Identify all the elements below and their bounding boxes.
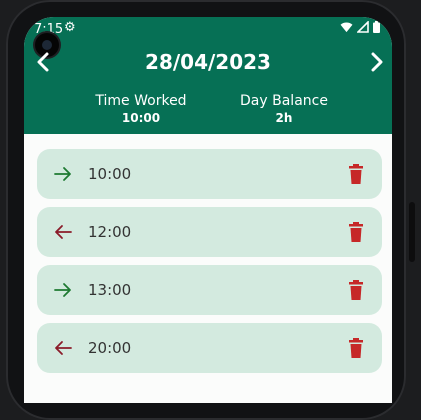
day-balance-summary: Day Balance 2h	[214, 92, 354, 126]
next-day-chevron-icon[interactable]	[364, 50, 388, 74]
clock-out-arrow-icon	[55, 341, 72, 355]
clock-in-arrow-icon	[54, 283, 71, 297]
battery-icon	[373, 21, 380, 33]
trash-icon[interactable]	[346, 279, 366, 301]
trash-icon[interactable]	[346, 221, 366, 243]
status-bar: 7:15 ⚙	[24, 17, 392, 41]
trash-icon[interactable]	[346, 163, 366, 185]
entry-time: 13:00	[88, 281, 132, 299]
time-worked-value: 10:00	[121, 111, 161, 125]
entry-time: 20:00	[88, 339, 132, 357]
time-entry[interactable]: 20:00	[37, 323, 382, 373]
app-header: 7:15 ⚙ 28/04/2023 Time Worked 10:00 Day …	[24, 17, 392, 134]
entry-time: 10:00	[88, 165, 132, 183]
time-entry[interactable]: 13:00	[37, 265, 382, 315]
current-date[interactable]: 28/04/2023	[24, 50, 392, 74]
time-entry[interactable]: 12:00	[37, 207, 382, 257]
settings-gear-icon: ⚙	[64, 20, 76, 35]
clock-out-arrow-icon	[55, 225, 72, 239]
app-screen: 7:15 ⚙ 28/04/2023 Time Worked 10:00 Day …	[24, 17, 392, 403]
day-balance-label: Day Balance	[240, 93, 328, 109]
time-entry-list: 10:00 12:00 13:00 20:00	[37, 149, 382, 381]
entry-time: 12:00	[88, 223, 132, 241]
status-icons	[340, 21, 380, 33]
trash-icon[interactable]	[346, 337, 366, 359]
time-entry[interactable]: 10:00	[37, 149, 382, 199]
day-balance-value: 2h	[275, 111, 293, 125]
wifi-icon	[340, 22, 353, 32]
clock-in-arrow-icon	[54, 167, 71, 181]
time-worked-summary: Time Worked 10:00	[71, 92, 211, 126]
phone-side-button	[409, 202, 415, 262]
signal-icon	[357, 21, 369, 33]
time-worked-label: Time Worked	[95, 93, 187, 109]
